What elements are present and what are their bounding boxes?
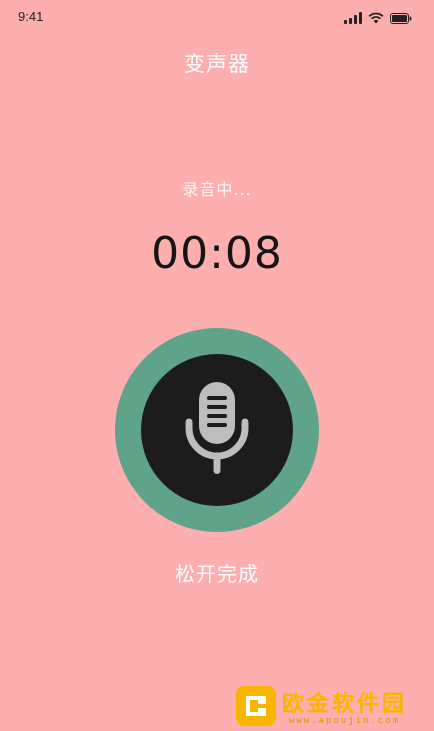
recording-status-text: 录音中... (182, 180, 252, 199)
watermark-text: 欧金软件园 www.apoujin.com (282, 686, 407, 726)
cellular-signal-icon (344, 12, 362, 24)
recording-timer: 00:08 (151, 228, 283, 279)
record-button-core (141, 354, 293, 506)
microphone-icon (177, 378, 257, 482)
wifi-icon (368, 12, 384, 24)
status-bar: 9:41 (0, 0, 434, 34)
battery-icon (390, 12, 412, 24)
watermark-name: 欧金软件园 (282, 692, 408, 717)
watermark: 欧金软件园 www.apoujin.com (236, 684, 407, 728)
watermark-logo-icon (236, 686, 276, 726)
release-to-finish-label: 松开完成 (175, 562, 259, 586)
page-title: 变声器 (184, 52, 250, 76)
record-button[interactable] (115, 328, 319, 532)
watermark-url: www.apoujin.com (289, 716, 401, 726)
status-time: 9:41 (18, 9, 44, 24)
status-icons (344, 12, 412, 24)
